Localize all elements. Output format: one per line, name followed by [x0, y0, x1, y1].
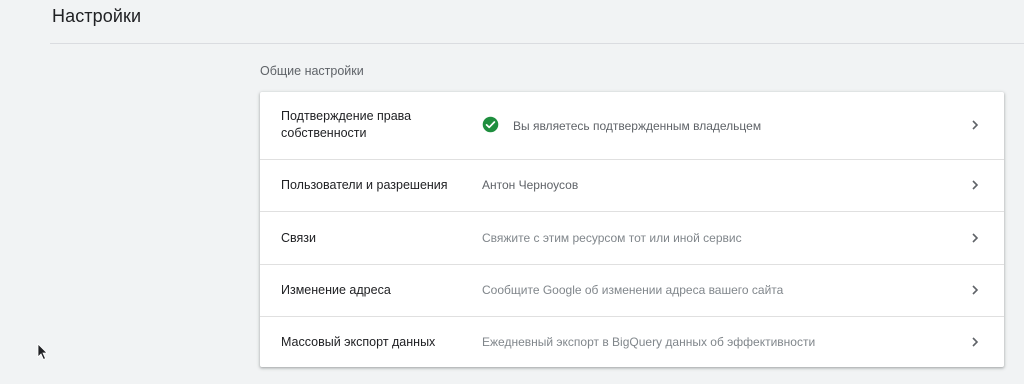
row-value-change-address: Сообщите Google об изменении адреса ваше… [482, 283, 784, 297]
row-label-bulk-export: Массовый экспорт данных [281, 335, 436, 349]
row-label-ownership: Подтверждение права собственности [281, 109, 412, 140]
row-value-associations: Свяжите с этим ресурсом тот или иной сер… [482, 231, 742, 245]
page-title: Настройки [52, 6, 142, 26]
check-circle-icon [482, 116, 499, 133]
chevron-right-icon [972, 233, 979, 243]
settings-card: Подтверждение права собственности Вы явл… [260, 92, 1004, 367]
section-title: Общие настройки [260, 64, 364, 78]
row-label-associations: Связи [281, 231, 317, 245]
chevron-right-icon [972, 120, 979, 130]
settings-row-associations[interactable]: Связи Свяжите с этим ресурсом тот или ин… [260, 212, 1004, 265]
row-label-change-address: Изменение адреса [281, 283, 391, 297]
mouse-cursor-icon [37, 343, 48, 361]
row-value-bulk-export: Ежедневный экспорт в BigQuery данных об … [482, 335, 816, 349]
chevron-right-icon [972, 285, 979, 295]
row-value-users: Антон Черноусов [482, 178, 579, 192]
settings-row-users[interactable]: Пользователи и разрешения Антон Черноусо… [260, 159, 1004, 212]
settings-row-bulk-export[interactable]: Массовый экспорт данных Ежедневный экспо… [260, 316, 1004, 367]
settings-row-change-address[interactable]: Изменение адреса Сообщите Google об изме… [260, 264, 1004, 317]
settings-row-ownership[interactable]: Подтверждение права собственности Вы явл… [260, 92, 1004, 160]
row-label-users: Пользователи и разрешения [281, 178, 448, 192]
chevron-right-icon [972, 337, 979, 347]
page-header: Настройки [50, 0, 1024, 44]
row-value-ownership: Вы являетесь подтвержденным владельцем [513, 119, 762, 133]
chevron-right-icon [972, 180, 979, 190]
